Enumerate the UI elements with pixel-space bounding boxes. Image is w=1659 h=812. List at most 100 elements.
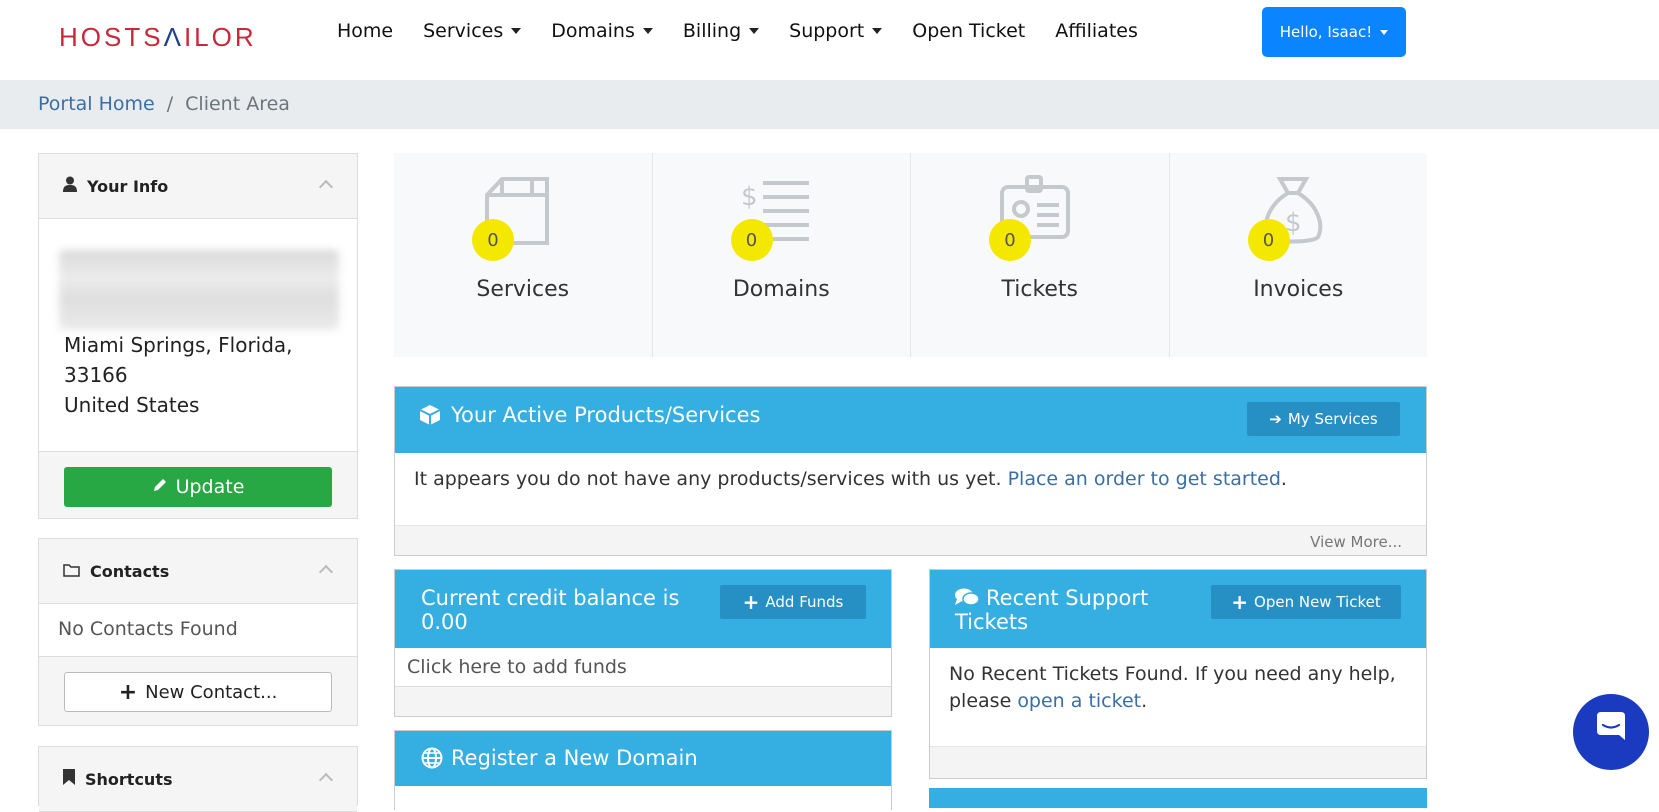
blurred-personal-info [59,250,339,330]
logo-sail-glyph: Λ [163,22,184,52]
active-products-body: It appears you do not have any products/… [395,453,1426,523]
credit-balance-footer [395,686,891,716]
nav-services-label: Services [423,20,504,42]
globe-icon [421,747,443,773]
breadcrumb: Portal Home / Client Area [38,93,290,115]
your-info-body: Miami Springs, Florida, 33166 United Sta… [39,219,357,451]
chevron-up-icon[interactable] [318,179,334,195]
chat-bubble-icon [1591,710,1631,754]
main-nav: Home Services Domains Billing Support Op… [337,20,1138,42]
no-tickets-text-end: . [1141,690,1148,712]
hostsailor-logo[interactable]: HOSTSΛILOR [59,22,257,53]
my-services-button[interactable]: ➔ My Services [1247,402,1400,436]
tickets-count-badge: 0 [989,219,1031,261]
nav-domains-label: Domains [551,20,635,42]
contacts-header[interactable]: Contacts [39,539,357,604]
open-a-ticket-link[interactable]: open a ticket [1017,690,1141,712]
no-products-text-end: . [1280,468,1287,490]
shortcuts-title: Shortcuts [85,769,173,789]
shortcuts-header[interactable]: Shortcuts [39,747,357,812]
no-contacts-text: No Contacts Found [58,618,238,640]
nav-home-label: Home [337,20,394,42]
nav-home[interactable]: Home [337,20,393,42]
user-icon [63,176,77,196]
credit-balance-title: Current credit balance is 0.00 [421,586,680,634]
add-funds-button[interactable]: + Add Funds [720,585,866,619]
plus-icon: + [1231,590,1249,614]
folder-icon [63,562,80,581]
user-greeting: Hello, Isaac! [1279,23,1373,41]
arrow-right-icon: ➔ [1269,410,1282,428]
contacts-footer: + New Contact... [39,656,357,725]
view-more-link[interactable]: View More... [1310,533,1402,551]
svg-text:$: $ [741,182,758,212]
active-products-title: Your Active Products/Services [451,403,761,427]
chevron-up-icon[interactable] [318,772,334,788]
user-menu-button[interactable]: Hello, Isaac! [1262,7,1406,57]
nav-affiliates[interactable]: Affiliates [1055,20,1138,42]
open-new-ticket-button-label: Open New Ticket [1254,593,1381,611]
update-button-label: Update [175,476,245,498]
contacts-card: Contacts No Contacts Found + New Contact… [38,538,358,726]
caret-down-icon [1380,29,1389,35]
new-contact-button[interactable]: + New Contact... [64,672,332,712]
your-info-card: Your Info Miami Springs, Florida, 33166 … [38,153,358,519]
chevron-up-icon[interactable] [318,564,334,580]
credit-balance-header: Current credit balance is 0.00 + Add Fun… [395,570,891,648]
register-domain-header: Register a New Domain [395,731,891,786]
nav-open-ticket[interactable]: Open Ticket [912,20,1025,42]
live-chat-button[interactable] [1573,694,1649,770]
update-button[interactable]: Update [64,467,332,507]
open-new-ticket-button[interactable]: + Open New Ticket [1211,585,1401,619]
plus-icon: + [118,679,138,705]
tickets-tile-label: Tickets [1001,277,1079,302]
support-tickets-panel: Recent Support Tickets + Open New Ticket… [929,569,1427,779]
tile-invoices[interactable]: $ 0 Invoices [1170,153,1428,357]
caret-down-icon [749,28,760,34]
domains-tile-label: Domains [732,277,830,302]
credit-balance-panel: Current credit balance is 0.00 + Add Fun… [394,569,892,717]
nav-affiliates-label: Affiliates [1055,20,1138,42]
support-tickets-body: No Recent Tickets Found. If you need any… [930,648,1426,746]
breadcrumb-separator: / [166,93,174,115]
credit-balance-body[interactable]: Click here to add funds [395,648,891,686]
add-funds-button-label: Add Funds [765,593,844,611]
address-line-1: Miami Springs, Florida, [64,333,293,357]
tile-domains[interactable]: $ 0 Domains [653,153,911,357]
pencil-icon [152,476,168,498]
register-domain-panel: Register a New Domain [394,730,892,810]
support-tickets-header: Recent Support Tickets + Open New Ticket [930,570,1426,648]
active-products-header: Your Active Products/Services ➔ My Servi… [395,387,1426,453]
new-contact-label: New Contact... [145,681,278,703]
tile-tickets[interactable]: 0 Tickets [911,153,1170,357]
nav-billing-label: Billing [682,20,742,42]
services-count-badge: 0 [472,219,514,261]
nav-support[interactable]: Support [789,20,883,42]
shortcuts-card: Shortcuts [38,746,358,812]
caret-down-icon [511,28,522,34]
support-tickets-footer [930,746,1426,778]
support-tickets-title: Recent Support Tickets [955,586,1149,634]
nav-billing[interactable]: Billing [682,20,760,42]
nav-services[interactable]: Services [423,20,522,42]
contacts-body: No Contacts Found [39,604,357,656]
add-funds-link-text[interactable]: Click here to add funds [407,656,627,678]
nav-domains[interactable]: Domains [551,20,653,42]
nav-open-ticket-label: Open Ticket [912,20,1026,42]
services-tile-label: Services [476,277,570,302]
register-domain-title: Register a New Domain [451,746,698,770]
place-order-link[interactable]: Place an order to get started [1008,468,1281,490]
your-info-header[interactable]: Your Info [39,154,357,219]
my-services-button-label: My Services [1287,410,1378,428]
logo-text-part2: ILOR [183,22,257,52]
stats-tiles: 0 Services $ 0 Domains 0 Tickets $ 0 Inv… [394,153,1427,357]
address-line-3: United States [64,393,200,417]
active-products-footer: View More... [395,525,1426,555]
contacts-title: Contacts [90,561,170,581]
top-navbar: HOSTSΛILOR Home Services Domains Billing… [0,0,1659,80]
cube-icon [419,404,441,430]
invoices-tile-label: Invoices [1253,277,1344,302]
breadcrumb-portal-home[interactable]: Portal Home [38,93,155,115]
breadcrumb-bar: Portal Home / Client Area [0,80,1659,129]
tile-services[interactable]: 0 Services [394,153,653,357]
